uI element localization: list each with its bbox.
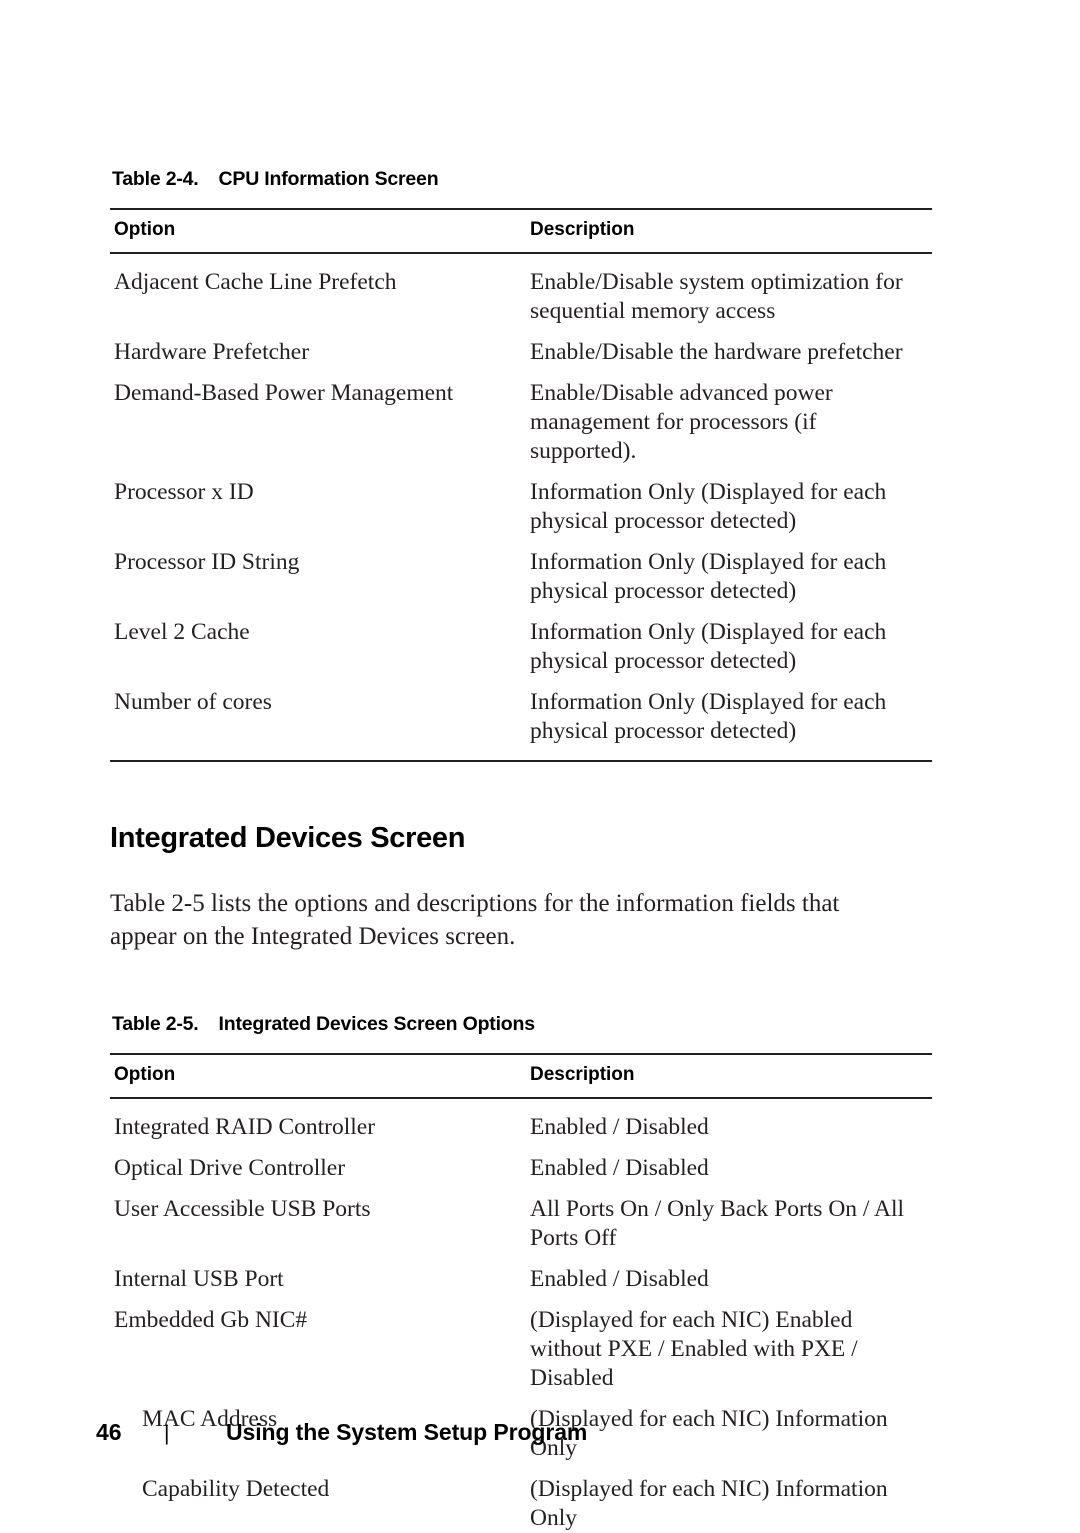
footer-page-number: 46: [96, 1419, 122, 1445]
footer-separator: |: [164, 1422, 170, 1445]
cell-option: Internal USB Port: [114, 1266, 284, 1292]
table-row: Hardware Prefetcher Enable/Disable the ha…: [110, 326, 932, 367]
cell-option: Integrated RAID Controller: [114, 1114, 376, 1140]
column-header-option: Option: [110, 208, 524, 254]
table-row: Integrated RAID Controller Enabled / Disa…: [110, 1098, 932, 1142]
cell-description: Enable/Disable system optimization for s…: [530, 269, 903, 324]
cell-option: Processor x ID: [114, 479, 254, 505]
integrated-devices-table: Option Description Integrated RAID Contr…: [110, 1053, 932, 1533]
document-page: Table 2-4. CPU Information Screen Option …: [0, 0, 1080, 1531]
cell-description: (Displayed for each NIC) Enabled without…: [530, 1307, 858, 1391]
table-row: Embedded Gb NIC# (Displayed for each NIC)…: [110, 1294, 932, 1393]
cell-description: Enable/Disable the hardware prefetcher: [530, 339, 903, 365]
cell-description: Enable/Disable advanced power management…: [530, 380, 833, 464]
table-caption-cpu: Table 2-4. CPU Information Screen: [112, 168, 932, 191]
table-row: User Accessible USB Ports All Ports On / …: [110, 1183, 932, 1253]
cell-description: Information Only (Displayed for each phy…: [530, 619, 887, 674]
cell-option: Hardware Prefetcher: [114, 339, 310, 365]
cell-description: All Ports On / Only Back Ports On / All …: [530, 1196, 905, 1251]
cpu-table-body: Adjacent Cache Line Prefetch Enable/Disab…: [110, 253, 932, 762]
cell-option: Embedded Gb NIC#: [114, 1307, 308, 1333]
cell-description: Enabled / Disabled: [530, 1114, 709, 1140]
cell-option: Optical Drive Controller: [114, 1155, 346, 1181]
cell-description: Information Only (Displayed for each phy…: [524, 676, 932, 762]
table-header-row: Option Description: [110, 1053, 932, 1099]
cell-option: Processor ID String: [114, 549, 300, 575]
table-row: Level 2 Cache Information Only (Displayed…: [110, 606, 932, 676]
table-row: Number of cores Information Only (Display…: [110, 676, 932, 762]
cell-option: Capability Detected: [142, 1476, 330, 1502]
heading-spacer: [110, 855, 932, 887]
table-row: Adjacent Cache Line Prefetch Enable/Disab…: [110, 253, 932, 326]
cell-option: Adjacent Cache Line Prefetch: [114, 269, 397, 295]
cell-description: Enabled / Disabled: [530, 1155, 709, 1181]
table-header-row: Option Description: [110, 208, 932, 254]
table-caption-number: Table 2-4.: [112, 168, 199, 190]
cell-description: (Displayed for each NIC) Information Onl…: [530, 1476, 888, 1531]
cell-option: User Accessible USB Ports: [114, 1196, 371, 1222]
section-heading: Integrated Devices Screen: [110, 822, 466, 854]
column-header-description: Description: [524, 1053, 932, 1099]
table-row: Optical Drive Controller Enabled / Disabl…: [110, 1142, 932, 1183]
cell-option: Number of cores: [110, 676, 524, 762]
column-header-option: Option: [110, 1053, 524, 1099]
table-row: Processor x ID Information Only (Displaye…: [110, 466, 932, 536]
page-footer: 46 | Using the System Setup Program: [96, 1419, 587, 1446]
cpu-information-table: Option Description Adjacent Cache Line P…: [110, 208, 932, 762]
table-caption-number: Table 2-5.: [112, 1013, 199, 1035]
table-row: Demand-Based Power Management Enable/Disa…: [110, 367, 932, 466]
cell-option: Level 2 Cache: [114, 619, 250, 645]
page-content: Table 2-4. CPU Information Screen Option …: [110, 168, 932, 1533]
table-caption-title: Integrated Devices Screen Options: [218, 1013, 536, 1035]
table-row: Internal USB Port Enabled / Disabled: [110, 1253, 932, 1294]
table-row: Processor ID String Information Only (Dis…: [110, 536, 932, 606]
integrated-table-body: Integrated RAID Controller Enabled / Disa…: [110, 1098, 932, 1533]
section-intro-paragraph: Table 2-5 lists the options and descript…: [110, 890, 840, 950]
cell-description: Enabled / Disabled: [530, 1266, 709, 1292]
cell-description: Information Only (Displayed for each phy…: [530, 549, 887, 604]
column-header-description: Description: [524, 208, 932, 254]
table-caption-title: CPU Information Screen: [218, 168, 439, 190]
footer-chapter-title: Using the System Setup Program: [226, 1419, 588, 1445]
table-caption-integrated-devices: Table 2-5. Integrated Devices Screen Opti…: [112, 1013, 932, 1036]
cell-option: Demand-Based Power Management: [114, 380, 454, 406]
cell-description: Information Only (Displayed for each phy…: [530, 479, 887, 534]
table-row: Capability Detected (Displayed for each N…: [110, 1463, 932, 1533]
